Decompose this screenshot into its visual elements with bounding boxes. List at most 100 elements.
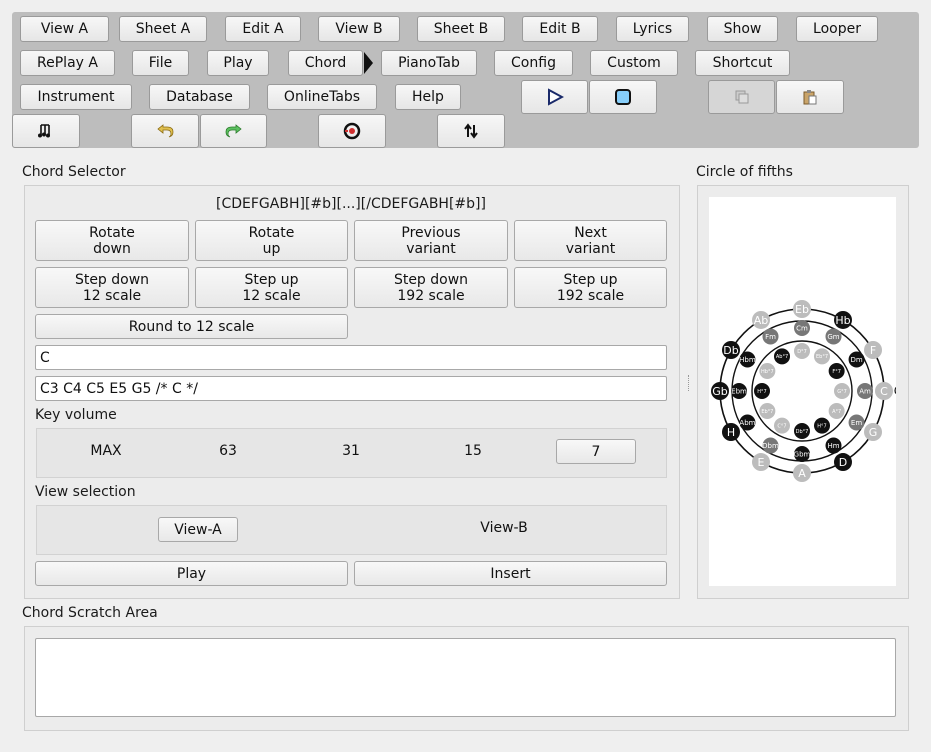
major-key-label: E: [758, 456, 765, 469]
previous-variant-line2: variant: [406, 240, 456, 257]
major-key-label: G: [869, 426, 878, 439]
chord-play-button[interactable]: Play: [35, 561, 348, 586]
major-key-label: H: [727, 426, 735, 439]
dim-key-label: Db°7: [796, 429, 809, 435]
volume-max[interactable]: MAX: [66, 443, 146, 459]
redo-button[interactable]: [200, 114, 267, 148]
dim-key-label: Eb°7: [816, 354, 828, 360]
circle-of-fifths-diagram[interactable]: Eb Hb F C G D A E H Gb Db Ab Cm Gm Dm Am Em Hm Gbm Dbm Abm Eb…: [709, 197, 902, 586]
toolbar-file[interactable]: File: [132, 50, 189, 76]
toolbar-custom[interactable]: Custom: [590, 50, 678, 76]
record-icon: [343, 122, 361, 140]
play-button[interactable]: [521, 80, 588, 114]
previous-variant-line1: Previous: [401, 224, 461, 241]
chord-insert-button[interactable]: Insert: [354, 561, 667, 586]
volume-7-selected[interactable]: 7: [556, 439, 636, 464]
toolbar-sheet-b[interactable]: Sheet B: [417, 16, 505, 42]
toolbar-play[interactable]: Play: [207, 50, 269, 76]
major-key-label: C: [880, 385, 888, 398]
dim-key-label: D°7: [797, 349, 807, 355]
major-key-label: Hb: [835, 314, 850, 327]
toolbar-config[interactable]: Config: [494, 50, 573, 76]
chord-notes-input[interactable]: [35, 376, 667, 401]
paste-button[interactable]: [776, 80, 844, 114]
dim-key-label: Eb°7: [761, 409, 773, 415]
play-icon: [547, 88, 564, 106]
volume-31[interactable]: 31: [311, 443, 391, 459]
toolbar-help[interactable]: Help: [395, 84, 461, 110]
step-up-12-button[interactable]: Step up 12 scale: [195, 267, 348, 308]
record-button[interactable]: [318, 114, 386, 148]
swap-icon: [464, 123, 478, 139]
toolbar-chord[interactable]: Chord: [288, 50, 363, 76]
rotate-down-line1: Rotate: [89, 224, 135, 241]
toolbar-pianotab[interactable]: PianoTab: [381, 50, 477, 76]
previous-variant-button[interactable]: Previous variant: [354, 220, 508, 261]
circle-of-fifths-title: Circle of fifths: [696, 164, 793, 180]
stop-button[interactable]: [589, 80, 657, 114]
major-key-label: A: [798, 467, 806, 480]
toolbar-instrument[interactable]: Instrument: [20, 84, 132, 110]
step-down-192-button[interactable]: Step down 192 scale: [354, 267, 508, 308]
minor-key-label: Abm: [739, 419, 755, 427]
toolbar-edit-b[interactable]: Edit B: [522, 16, 598, 42]
toolbar-view-a[interactable]: View A: [20, 16, 109, 42]
scratch-area-title: Chord Scratch Area: [22, 605, 158, 621]
panel-splitter[interactable]: [688, 375, 691, 391]
minor-key-label: Gm: [827, 333, 839, 341]
copy-button[interactable]: [708, 80, 775, 114]
major-key-label: Db: [723, 344, 738, 357]
step-down-192-line2: 192 scale: [397, 287, 465, 304]
scratch-area-textarea[interactable]: [35, 638, 896, 717]
toolbar-shortcut[interactable]: Shortcut: [695, 50, 790, 76]
dim-key-label: Hb°7: [761, 369, 774, 375]
minor-key-label: Gbm: [794, 450, 811, 458]
step-down-192-line1: Step down: [393, 271, 469, 288]
minor-key-label: Hbm: [739, 356, 756, 364]
toolbar-database[interactable]: Database: [149, 84, 250, 110]
view-a-option[interactable]: View-A: [158, 517, 238, 542]
minor-key-label: Cm: [796, 324, 808, 332]
toolbar-show[interactable]: Show: [707, 16, 778, 42]
step-down-12-button[interactable]: Step down 12 scale: [35, 267, 189, 308]
toolbar-looper[interactable]: Looper: [796, 16, 878, 42]
swap-button[interactable]: [437, 114, 505, 148]
volume-15[interactable]: 15: [433, 443, 513, 459]
circle-of-fifths-canvas[interactable]: Eb Hb F C G D A E H Gb Db Ab Cm Gm Dm Am Em Hm Gbm Dbm Abm Eb…: [709, 197, 902, 586]
major-key-label: D: [839, 456, 847, 469]
next-variant-line2: variant: [565, 240, 616, 257]
current-key-label: C: [894, 384, 896, 398]
toolbar-onlinetabs[interactable]: OnlineTabs: [267, 84, 377, 110]
minor-key-label: Hm: [827, 442, 839, 450]
step-up-12-line1: Step up: [244, 271, 299, 288]
toolbar-replay-a[interactable]: RePlay A: [20, 50, 115, 76]
rotate-down-button[interactable]: Rotate down: [35, 220, 189, 261]
notes-button[interactable]: [12, 114, 80, 148]
chord-name-input[interactable]: [35, 345, 667, 370]
round-to-12-button[interactable]: Round to 12 scale: [35, 314, 348, 339]
volume-63[interactable]: 63: [188, 443, 268, 459]
toolbar-sheet-a[interactable]: Sheet A: [119, 16, 207, 42]
toolbar-lyrics[interactable]: Lyrics: [616, 16, 689, 42]
minor-key-label: Am: [859, 387, 871, 395]
step-up-12-line2: 12 scale: [242, 287, 301, 304]
next-variant-button[interactable]: Next variant: [514, 220, 667, 261]
dim-key-label: A°7: [832, 409, 841, 415]
step-down-12-line2: 12 scale: [82, 287, 142, 304]
dim-key-label: H°7: [817, 423, 826, 429]
rotate-up-line1: Rotate: [248, 224, 295, 241]
step-down-12-line1: Step down: [74, 271, 150, 288]
chord-arrow-icon: [364, 52, 373, 74]
rotate-up-button[interactable]: Rotate up: [195, 220, 348, 261]
major-key-label: Gb: [712, 385, 728, 398]
undo-button[interactable]: [131, 114, 199, 148]
minor-key-label: Fm: [765, 333, 776, 341]
step-up-192-line1: Step up: [563, 271, 618, 288]
toolbar-edit-a[interactable]: Edit A: [225, 16, 301, 42]
step-up-192-button[interactable]: Step up 192 scale: [514, 267, 667, 308]
major-key-label: F: [870, 344, 876, 357]
view-b-option[interactable]: View-B: [464, 520, 544, 536]
next-variant-line1: Next: [574, 224, 607, 241]
toolbar-view-b[interactable]: View B: [318, 16, 400, 42]
step-up-192-line2: 192 scale: [556, 287, 625, 304]
